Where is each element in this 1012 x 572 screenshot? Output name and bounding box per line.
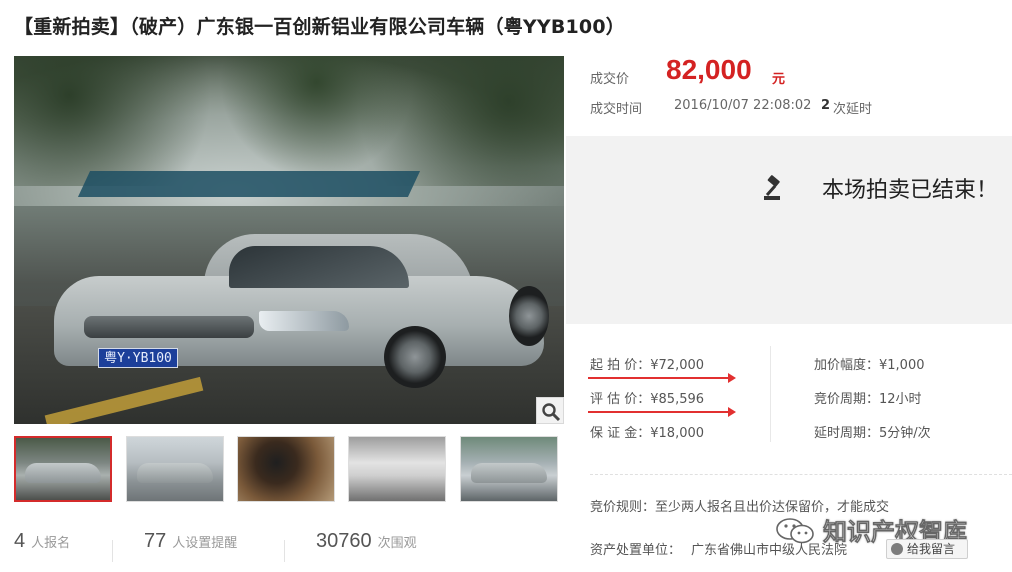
thumbnail-5[interactable] [460, 436, 558, 502]
thumbnail-3[interactable] [237, 436, 335, 502]
photo-trees [14, 56, 564, 186]
delay-label: 次延时 [833, 102, 873, 117]
car-front-wheel [384, 326, 446, 388]
divider [284, 540, 285, 562]
zoom-button[interactable] [536, 397, 564, 424]
page-title: 【重新拍卖】（破产）广东银一百创新铝业有限公司车辆（粤YYB100） [14, 16, 625, 38]
message-icon [891, 543, 903, 555]
bid-increment: 加价幅度：¥1,000 [814, 358, 925, 373]
stat-number: 4 [14, 530, 26, 552]
delay-period: 延时周期：5分钟/次 [814, 426, 931, 441]
thumbnail-car [25, 462, 101, 483]
stat-signups: 4 人报名 [14, 530, 70, 570]
annotation-arrow [588, 373, 736, 383]
stat-views: 30760 次围观 [316, 530, 417, 570]
auction-ended-message: 本场拍卖已结束！ [821, 178, 998, 203]
wechat-icon [776, 518, 814, 544]
magnifier-icon [542, 403, 561, 422]
delay-count: 2 [821, 98, 831, 113]
price-unit: 元 [772, 72, 786, 87]
thumbnail-4[interactable] [348, 436, 446, 502]
stat-label: 次围观 [377, 536, 417, 551]
stat-number: 30760 [316, 530, 372, 552]
license-plate: 粤Y·YB100 [98, 348, 178, 368]
leave-message-button[interactable]: 给我留言 [886, 539, 968, 559]
gavel-icon [764, 175, 780, 200]
deposit: 保 证 金：¥18,000 [590, 426, 705, 441]
price-section: 成交价 82,000 元 成交时间 2016/10/07 22:08:02 2 … [574, 54, 1012, 126]
stat-label: 人报名 [31, 536, 71, 551]
thumbnail-2[interactable] [126, 436, 224, 502]
org-label: 资产处置单位： [590, 543, 682, 558]
divider [770, 346, 771, 442]
bid-period: 竞价周期：12小时 [814, 392, 922, 407]
thumbnail-car [470, 462, 548, 484]
annotation-arrow [588, 407, 736, 417]
thumbnail-image [238, 437, 334, 501]
thumbnail-1[interactable] [14, 436, 112, 502]
car-rear-wheel [509, 286, 549, 346]
final-price: 82,000 [666, 54, 752, 85]
car-illustration: 粤Y·YB100 [54, 216, 554, 388]
stat-label: 人设置提醒 [172, 536, 238, 551]
appraisal-price: 评 估 价：¥85,596 [590, 392, 705, 407]
deal-time-value: 2016/10/07 22:08:02 [674, 98, 812, 113]
start-price: 起 拍 价：¥72,000 [590, 358, 705, 373]
thumbnail-car [136, 462, 214, 484]
photo-canopy [77, 171, 421, 197]
car-windshield [229, 246, 409, 288]
divider [112, 540, 113, 562]
car-headlamp [259, 311, 349, 331]
thumbnail-image [349, 437, 445, 501]
stat-reminders: 77 人设置提醒 [144, 530, 237, 570]
deal-time-label: 成交时间 [590, 102, 643, 117]
divider [590, 474, 1012, 475]
stat-number: 77 [144, 530, 167, 552]
leave-message-label: 给我留言 [907, 542, 956, 556]
auction-status-panel: 本场拍卖已结束！ [566, 136, 1012, 324]
car-grille [84, 316, 254, 338]
price-label: 成交价 [590, 72, 630, 87]
main-car-photo[interactable]: 粤Y·YB100 [14, 56, 564, 424]
auction-params: 起 拍 价：¥72,000 评 估 价：¥85,596 保 证 金：¥18,00… [574, 346, 1012, 446]
